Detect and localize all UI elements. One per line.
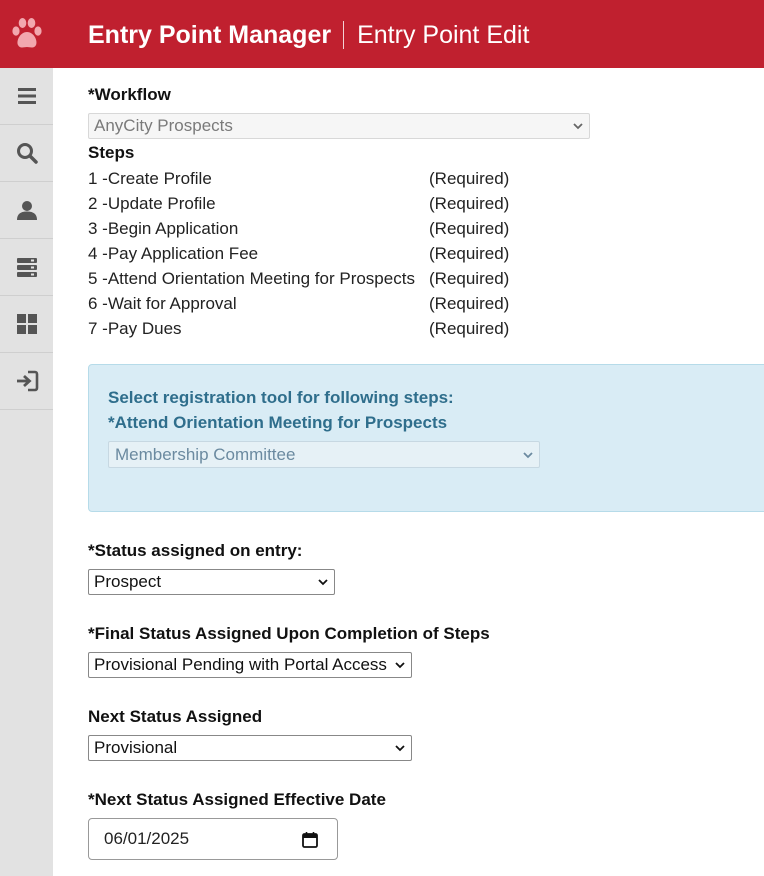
steps-label: Steps	[88, 143, 135, 162]
list-item: 1 -Create Profile (Required)	[88, 166, 528, 191]
next-status-label: Next Status Assigned	[88, 707, 263, 726]
list-item: 7 -Pay Dues (Required)	[88, 316, 528, 341]
step-name: 5 -Attend Orientation Meeting for Prospe…	[88, 269, 415, 288]
paw-icon[interactable]	[10, 14, 44, 54]
registration-tool-select-value: Membership Committee	[115, 444, 296, 464]
sidebar-item-search[interactable]	[0, 125, 53, 182]
final-status-value: Provisional Pending with Portal Access	[94, 655, 387, 674]
list-item: 3 -Begin Application (Required)	[88, 216, 528, 241]
step-status: (Required)	[429, 294, 510, 313]
title-divider	[343, 21, 345, 49]
sidebar-item-sign-in[interactable]	[0, 353, 53, 410]
chevron-down-icon	[395, 662, 405, 669]
calendar-icon[interactable]	[301, 831, 319, 849]
date-value: 06/01/2025	[104, 829, 190, 848]
steps-list: 1 -Create Profile (Required) 2 -Update P…	[88, 166, 528, 341]
step-status: (Required)	[429, 169, 510, 188]
final-status-select[interactable]: Provisional Pending with Portal Access	[88, 652, 412, 678]
hamburger-menu-icon	[17, 88, 36, 104]
sidebar	[0, 68, 53, 876]
chevron-down-icon	[523, 452, 533, 459]
chevron-down-icon	[395, 745, 405, 752]
next-status-date-input[interactable]: 06/01/2025	[88, 818, 338, 860]
sidebar-item-dashboard[interactable]	[0, 296, 53, 353]
step-name: 1 -Create Profile	[88, 169, 212, 188]
app-title: Entry Point Manager	[88, 20, 332, 49]
chevron-down-icon	[318, 579, 328, 586]
status-on-entry-label: *Status assigned on entry:	[88, 541, 303, 560]
status-on-entry-select[interactable]: Prospect	[88, 569, 335, 595]
next-status-select[interactable]: Provisional	[88, 735, 412, 761]
final-status-label: *Final Status Assigned Upon Completion o…	[88, 624, 490, 643]
registration-tool-step-label: *Attend Orientation Meeting for Prospect…	[108, 413, 448, 432]
step-status: (Required)	[429, 244, 510, 263]
next-status-value: Provisional	[94, 738, 178, 757]
sign-in-icon	[16, 370, 38, 392]
status-on-entry-value: Prospect	[94, 572, 162, 591]
step-status: (Required)	[429, 269, 510, 288]
step-name: 2 -Update Profile	[88, 194, 216, 213]
sidebar-item-menu[interactable]	[0, 68, 53, 125]
step-status: (Required)	[429, 319, 510, 338]
step-name: 4 -Pay Application Fee	[88, 244, 259, 263]
user-icon	[16, 201, 37, 220]
workflow-select-value: AnyCity Prospects	[94, 116, 233, 135]
step-name: 6 -Wait for Approval	[88, 294, 237, 313]
server-icon	[16, 258, 37, 277]
step-status: (Required)	[429, 219, 510, 238]
next-status-date-label: *Next Status Assigned Effective Date	[88, 790, 386, 809]
step-name: 7 -Pay Dues	[88, 319, 182, 338]
registration-tool-heading: Select registration tool for following s…	[108, 388, 454, 407]
sidebar-item-server[interactable]	[0, 239, 53, 296]
header-title-group: Entry Point Manager Entry Point Edit	[88, 18, 529, 52]
list-item: 2 -Update Profile (Required)	[88, 191, 528, 216]
registration-tool-panel: Select registration tool for following s…	[88, 364, 764, 512]
dashboard-icon	[16, 314, 37, 334]
list-item: 5 -Attend Orientation Meeting for Prospe…	[88, 266, 528, 291]
step-name: 3 -Begin Application	[88, 219, 239, 238]
list-item: 4 -Pay Application Fee (Required)	[88, 241, 528, 266]
workflow-select[interactable]: AnyCity Prospects	[88, 113, 590, 139]
step-status: (Required)	[429, 194, 510, 213]
top-bar: Entry Point Manager Entry Point Edit	[0, 0, 764, 68]
registration-tool-select[interactable]: Membership Committee	[108, 441, 540, 468]
chevron-down-icon	[573, 123, 583, 130]
list-item: 6 -Wait for Approval (Required)	[88, 291, 528, 316]
search-icon	[16, 143, 38, 164]
workflow-label: *Workflow	[88, 85, 171, 104]
sidebar-item-profile[interactable]	[0, 182, 53, 239]
page-title: Entry Point Edit	[357, 20, 530, 49]
